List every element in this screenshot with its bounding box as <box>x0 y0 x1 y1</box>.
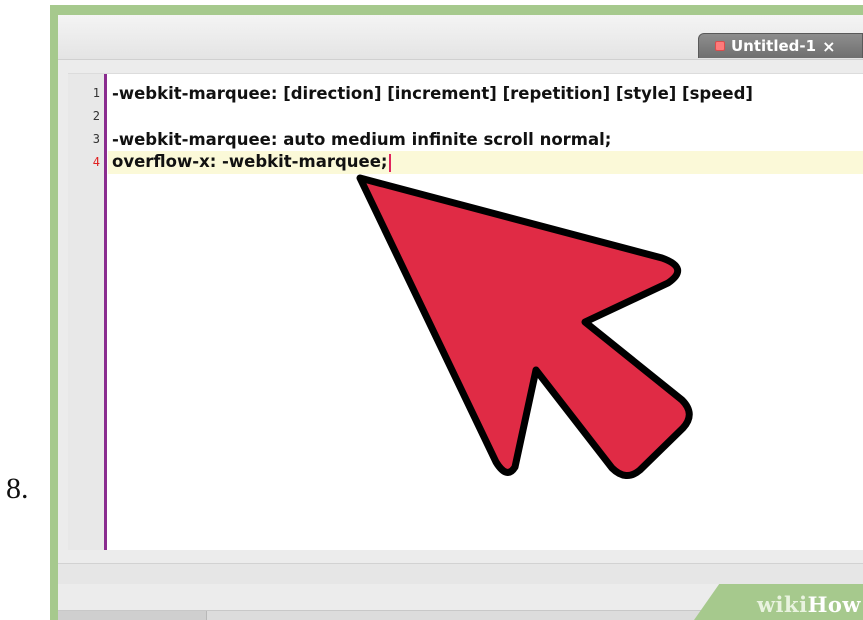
wikihow-watermark: wikiHow <box>757 592 861 617</box>
code-line[interactable]: 1 -webkit-marquee: [direction] [incremen… <box>68 82 863 104</box>
screenshot-frame: Untitled-1 × 1 -webkit-marquee: [directi… <box>50 5 863 620</box>
code-text: -webkit-marquee: auto medium infinite sc… <box>112 129 612 149</box>
code-text-with-cursor: overflow-x: -webkit-marquee; <box>112 152 391 172</box>
line-number: 2 <box>92 109 100 123</box>
status-panel-tab[interactable] <box>58 611 207 620</box>
code-text: -webkit-marquee: [direction] [increment]… <box>112 83 753 103</box>
close-icon[interactable]: × <box>822 37 835 56</box>
step-number: 8. <box>6 472 29 505</box>
line-number: 1 <box>92 86 100 100</box>
code-line[interactable]: 3 -webkit-marquee: auto medium infinite … <box>68 128 863 150</box>
code-text: overflow-x: -webkit-marquee; <box>112 152 388 172</box>
line-number: 3 <box>92 132 100 146</box>
tab-strip: Untitled-1 × <box>58 15 863 60</box>
code-editor[interactable]: 1 -webkit-marquee: [direction] [incremen… <box>68 73 863 550</box>
editor-window: Untitled-1 × 1 -webkit-marquee: [directi… <box>58 15 863 620</box>
code-line-active[interactable]: 4 overflow-x: -webkit-marquee; <box>68 151 863 173</box>
code-line[interactable]: 2 <box>68 105 863 127</box>
line-number: 4 <box>92 155 100 169</box>
watermark-suffix: How <box>807 592 861 617</box>
text-cursor <box>388 153 391 172</box>
watermark-prefix: wiki <box>756 592 808 617</box>
tab-untitled-1[interactable]: Untitled-1 × <box>698 33 863 58</box>
unsaved-dot-icon <box>715 41 725 51</box>
tab-title: Untitled-1 <box>731 37 817 55</box>
editor-bottom-bar <box>58 563 863 584</box>
